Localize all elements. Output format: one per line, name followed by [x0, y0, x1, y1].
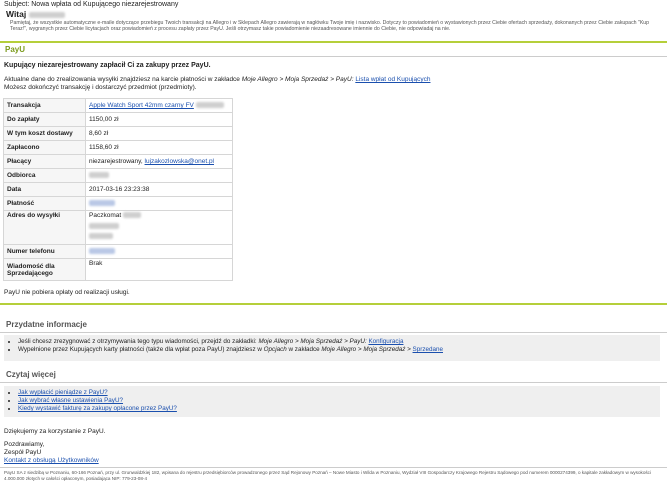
divider	[0, 332, 667, 333]
list-item: Wypełnione przez Kupujących karty płatno…	[18, 346, 660, 354]
table-row: W tym koszt dostawy 8,60 zł	[3, 126, 233, 141]
green-divider	[0, 303, 667, 305]
table-row: Płacący niezarejestrowany, lujzakozlowsk…	[3, 154, 233, 169]
divider	[0, 382, 667, 383]
withdraw-money-link[interactable]: Jak wypłacić pieniądze z PayU?	[18, 389, 108, 396]
email-view: Subject: Nowa wpłata od Kupującego nieza…	[0, 0, 667, 489]
redacted-value	[195, 102, 224, 109]
configuration-link[interactable]: Konfiguracja	[368, 338, 403, 345]
table-row: Do zapłaty 1150,00 zł	[3, 112, 233, 127]
payer-email-link[interactable]: lujzakozlowska@onet.pl	[145, 158, 214, 165]
redacted-value	[89, 223, 119, 229]
thanks-text: Dziękujemy za korzystanie z PayU.	[4, 428, 106, 435]
settings-link[interactable]: Jak wybrać własne ustawienia PayU?	[18, 397, 123, 404]
greeting: Witaj	[6, 9, 65, 19]
divider	[0, 56, 667, 57]
notice-text: Pamiętaj, że wszystkie automatyczne e-ma…	[10, 20, 650, 33]
green-divider	[0, 41, 667, 43]
paid-heading: Kupujący niezarejestrowany zapłacił Ci z…	[4, 62, 211, 69]
sold-link[interactable]: Sprzedane	[413, 346, 443, 353]
redacted-value	[122, 212, 141, 219]
item-link[interactable]: Apple Watch Sport 42mm czarny FV	[89, 102, 194, 109]
table-row: Transakcja Apple Watch Sport 42mm czarny…	[3, 98, 233, 113]
signature: Pozdrawiamy, Zespół PayU Kontakt z obsłu…	[4, 441, 99, 464]
payments-list-link[interactable]: Lista wpłat od Kupujących	[355, 76, 430, 83]
redacted-value	[89, 233, 113, 239]
footer-divider	[0, 467, 667, 468]
list-item: Kiedy wystawić fakturę za zakupy opłacon…	[18, 405, 660, 413]
transaction-table: Transakcja Apple Watch Sport 42mm czarny…	[3, 98, 233, 281]
table-row: Odbiorca	[3, 168, 233, 183]
invoice-link[interactable]: Kiedy wystawić fakturę za zakupy opłacon…	[18, 405, 177, 412]
table-row: Wiadomość dla Sprzedającego Brak	[3, 258, 233, 281]
info-text: Aktualne dane do zrealizowania wysyłki z…	[4, 76, 431, 91]
table-row: Płatność	[3, 196, 233, 211]
contact-support-link[interactable]: Kontakt z obsługą Użytkowników	[4, 457, 99, 464]
no-fee-text: PayU nie pobiera opłaty od realizacji us…	[4, 289, 130, 296]
table-row: Numer telefonu	[3, 244, 233, 259]
read-more-box: Jak wypłacić pieniądze z PayU? Jak wybra…	[4, 386, 660, 417]
redacted-value	[89, 200, 115, 207]
redacted-value	[89, 172, 109, 179]
list-item: Jak wypłacić pieniądze z PayU?	[18, 389, 660, 397]
useful-info-title: Przydatne informacje	[6, 320, 87, 329]
table-row: Zapłacono 1158,60 zł	[3, 140, 233, 155]
table-row: Adres do wysyłki Paczkomat	[3, 210, 233, 245]
subject-line: Subject: Nowa wpłata od Kupującego nieza…	[4, 1, 179, 8]
legal-footer: PayU SA z siedzibą w Poznaniu, 60-166 Po…	[4, 470, 651, 481]
table-row: Data 2017-03-16 23:23:38	[3, 182, 233, 197]
useful-info-box: Jeśli chcesz zrezygnować z otrzymywania …	[4, 335, 660, 361]
payu-section-header: PayU	[5, 45, 26, 54]
read-more-title: Czytaj więcej	[6, 370, 56, 379]
redacted-name	[28, 11, 65, 18]
list-item: Jak wybrać własne ustawienia PayU?	[18, 397, 660, 405]
redacted-value	[89, 248, 115, 255]
list-item: Jeśli chcesz zrezygnować z otrzymywania …	[18, 338, 660, 346]
